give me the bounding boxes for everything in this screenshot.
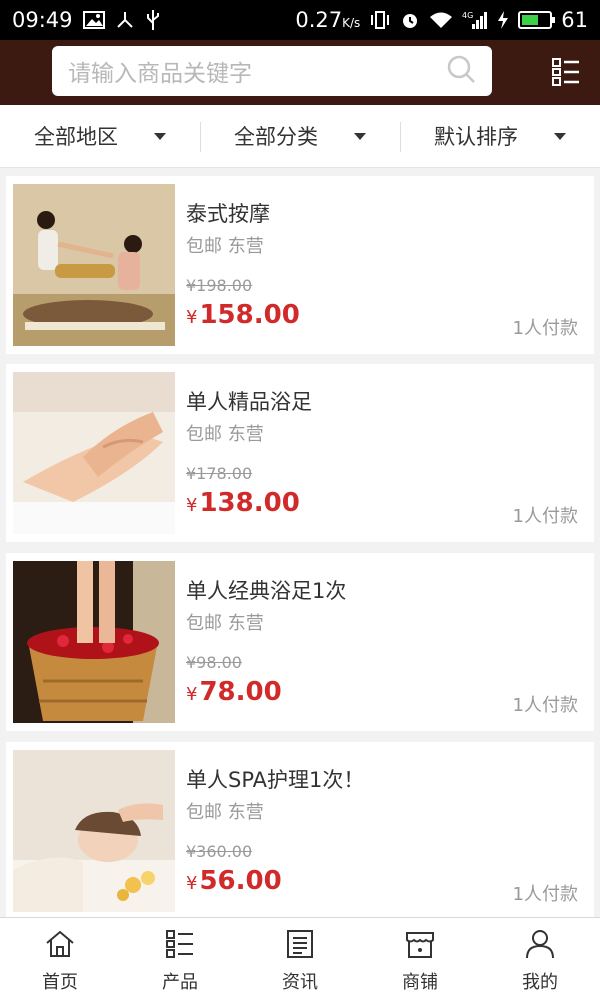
product-image: [13, 750, 175, 912]
svg-text:4G: 4G: [462, 11, 473, 20]
filter-bar: 全部地区 全部分类 默认排序: [0, 105, 600, 168]
product-shipping: 包邮 东营: [186, 424, 264, 445]
product-shipping: 包邮 东营: [186, 802, 264, 823]
caret-down-icon: [154, 132, 166, 140]
product-card[interactable]: 泰式按摩 包邮 东营 ¥198.00 ¥158.00 1人付款: [6, 176, 594, 354]
tab-products-label: 产品: [162, 972, 198, 993]
home-icon: [46, 930, 74, 957]
product-shipping: 包邮 东营: [186, 613, 264, 634]
tab-shop[interactable]: 商铺: [360, 918, 480, 1000]
list-icon: [166, 930, 193, 958]
original-price: ¥178.00: [186, 464, 253, 483]
product-image: [13, 561, 175, 723]
product-card[interactable]: 单人经典浴足1次 包邮 东营 ¥98.00 ¥78.00 1人付款: [6, 553, 594, 731]
wifi-icon: [429, 11, 453, 29]
sale-price: ¥78.00: [186, 677, 282, 707]
product-image: [13, 372, 175, 534]
filter-category[interactable]: 全部分类: [200, 105, 400, 167]
product-name: 单人经典浴足1次: [186, 579, 347, 603]
tab-news-label: 资讯: [282, 972, 318, 993]
sale-price: ¥56.00: [186, 866, 282, 896]
shop-icon: [406, 932, 434, 958]
sale-price: ¥158.00: [186, 300, 300, 330]
original-price: ¥360.00: [186, 842, 253, 861]
tab-products[interactable]: 产品: [120, 918, 240, 1000]
tab-mine[interactable]: 我的: [480, 918, 600, 1000]
original-price: ¥98.00: [186, 653, 242, 672]
sale-price: ¥138.00: [186, 488, 300, 518]
tab-news[interactable]: 资讯: [240, 918, 360, 1000]
tab-mine-label: 我的: [522, 972, 558, 993]
sales-count: 1人付款: [512, 506, 578, 527]
search-placeholder: 请输入商品关键字: [68, 61, 252, 87]
filter-region-label: 全部地区: [34, 125, 118, 149]
product-shipping: 包邮 东营: [186, 236, 264, 257]
tab-home[interactable]: 首页: [0, 918, 120, 1000]
product-name: 单人SPA护理1次！: [186, 768, 365, 792]
usb-icon: [145, 9, 161, 31]
search-input[interactable]: 请输入商品关键字: [52, 46, 492, 96]
news-icon: [287, 930, 313, 958]
network-speed: 0.27K/s: [295, 8, 361, 32]
filter-sort[interactable]: 默认排序: [400, 105, 600, 167]
sales-count: 1人付款: [512, 318, 578, 339]
status-time: 09:49: [12, 8, 73, 32]
sales-count: 1人付款: [512, 695, 578, 716]
filter-category-label: 全部分类: [234, 125, 318, 149]
original-price: ¥198.00: [186, 276, 253, 295]
filter-region[interactable]: 全部地区: [0, 105, 200, 167]
bottom-tab-bar: 首页 产品 资讯 商铺 我的: [0, 917, 600, 1000]
filter-sort-label: 默认排序: [434, 125, 518, 149]
caret-down-icon: [354, 132, 366, 140]
vibrate-icon: [369, 10, 391, 30]
charging-icon: [497, 10, 509, 30]
battery-icon: [518, 11, 556, 29]
product-image: [13, 184, 175, 346]
share-notification-icon: [115, 10, 135, 30]
search-icon[interactable]: [446, 54, 476, 88]
product-card[interactable]: 单人精品浴足 包邮 东营 ¥178.00 ¥138.00 1人付款: [6, 364, 594, 542]
product-card[interactable]: 单人SPA护理1次！ 包邮 东营 ¥360.00 ¥56.00 1人付款: [6, 742, 594, 920]
product-name: 泰式按摩: [186, 202, 270, 226]
tab-shop-label: 商铺: [402, 972, 438, 993]
alarm-icon: [400, 10, 420, 30]
product-name: 单人精品浴足: [186, 390, 312, 414]
user-icon: [526, 930, 554, 959]
status-bar: 09:49 0.27K/s 4G 61: [0, 0, 600, 40]
app-header: 请输入商品关键字: [0, 40, 600, 105]
caret-down-icon: [554, 132, 566, 140]
battery-level: 61: [561, 8, 588, 32]
sales-count: 1人付款: [512, 884, 578, 905]
category-menu-icon[interactable]: [551, 57, 581, 87]
signal-icon: 4G: [462, 10, 488, 30]
image-notification-icon: [82, 11, 105, 29]
tab-home-label: 首页: [42, 972, 78, 993]
